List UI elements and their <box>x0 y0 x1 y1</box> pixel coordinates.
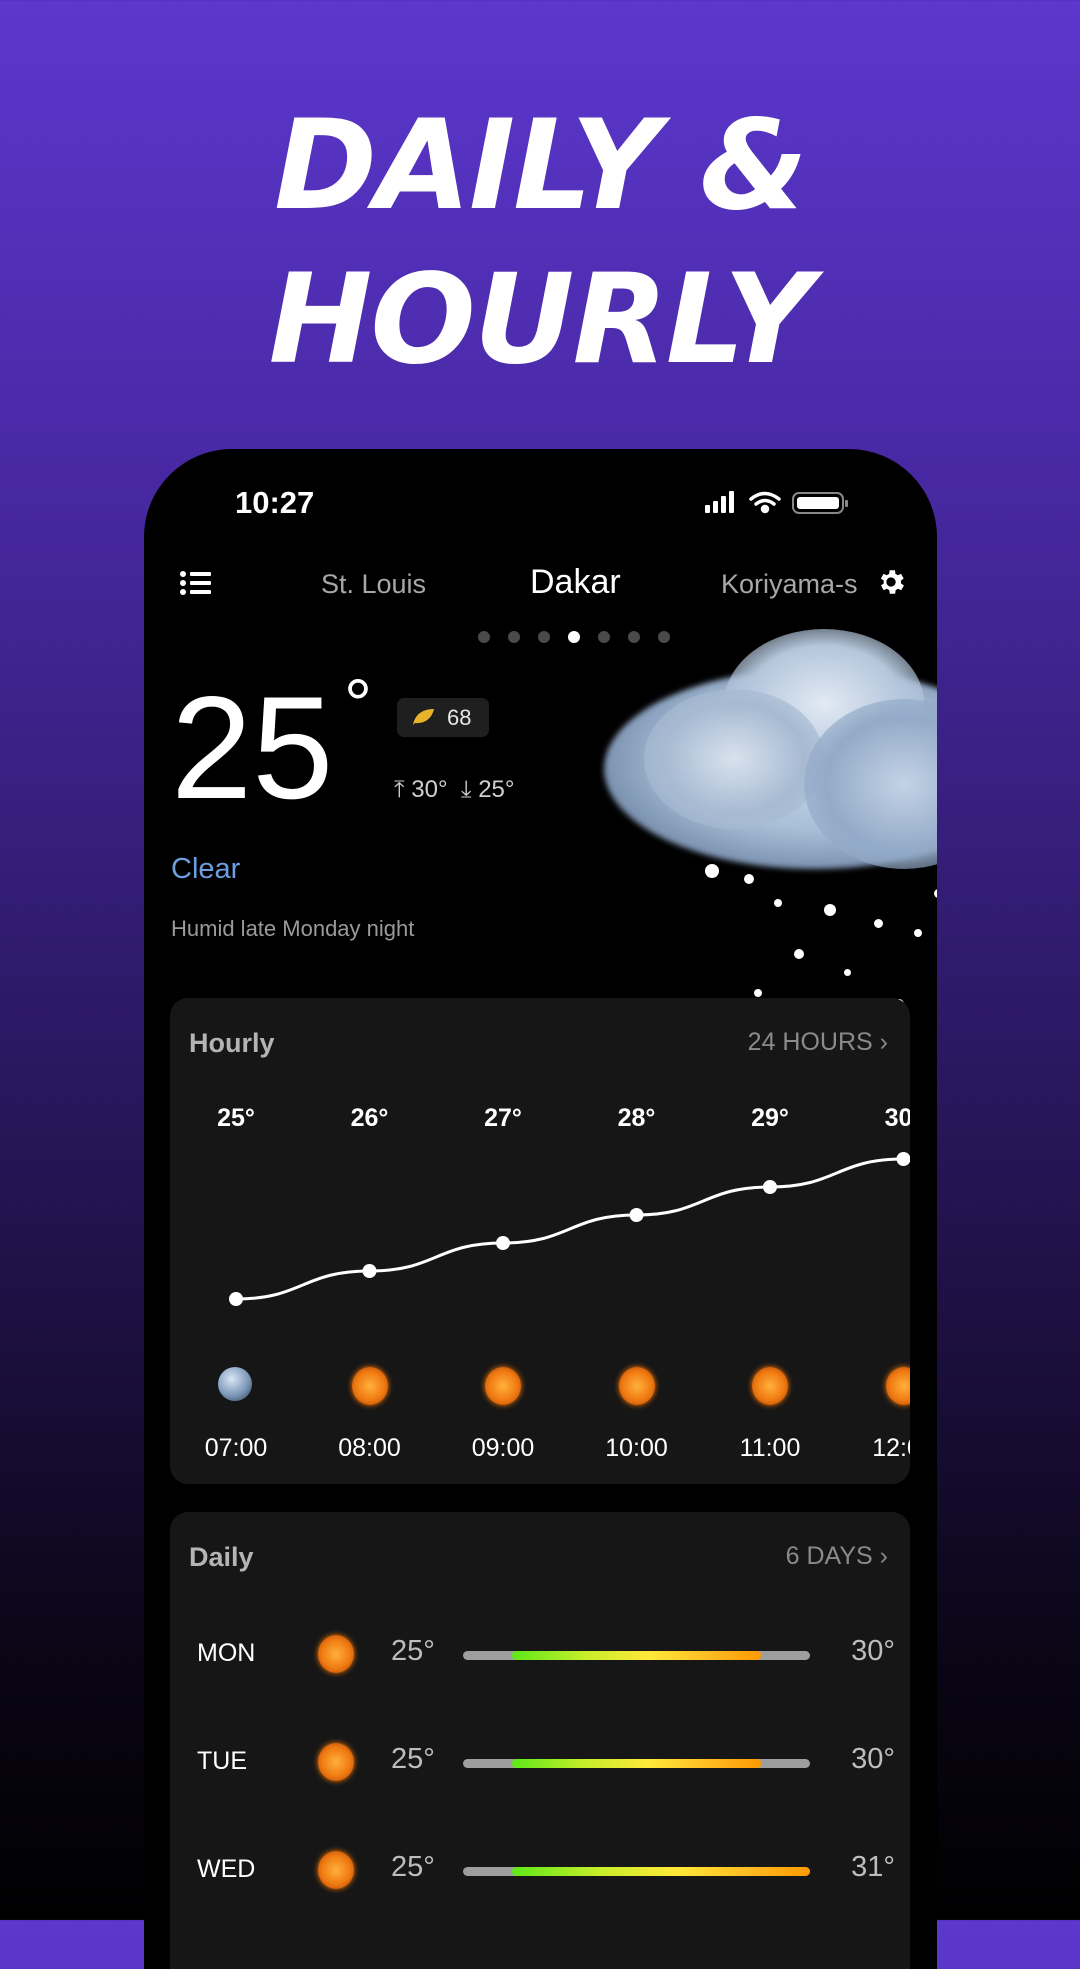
degree-symbol: ° <box>344 665 372 743</box>
hourly-temp: 29° <box>751 1104 789 1132</box>
low-temp: 25° <box>478 776 515 803</box>
low-temp: 25° <box>391 1851 435 1883</box>
hourly-temp: 27° <box>484 1104 522 1132</box>
temp-point <box>362 1264 377 1278</box>
hourly-temp-chart <box>229 1152 910 1306</box>
aqi-value: 68 <box>447 705 472 730</box>
page-dot[interactable] <box>508 631 520 643</box>
hourly-temp: 30° <box>884 1104 910 1132</box>
headline-line2: HOURLY <box>268 248 814 392</box>
high-temp: 31° <box>851 1851 895 1883</box>
headline-line1: DAILY & <box>274 94 808 238</box>
hourly-time: 09:00 <box>471 1434 535 1462</box>
temp-range-bar <box>463 1867 810 1876</box>
hourly-temp: 25° <box>217 1104 255 1132</box>
low-temp: 25° <box>391 1743 435 1775</box>
day-label: WED <box>197 1855 256 1883</box>
daily-link-label: 6 DAYS <box>785 1542 873 1570</box>
high-temp: 30° <box>851 1743 895 1775</box>
current-temp: 25 <box>171 666 334 829</box>
condition-text: Clear <box>171 853 241 885</box>
sun-icon <box>618 1367 655 1405</box>
sun-icon <box>485 1367 521 1405</box>
leaf-icon <box>413 709 434 725</box>
status-icons <box>705 491 848 514</box>
arrow-up-icon: ⤒ <box>394 776 405 803</box>
high-low: ⤒ 30° ⤓ 25° <box>394 776 515 804</box>
temp-point <box>229 1292 243 1306</box>
temp-point <box>896 1152 910 1166</box>
temp-line <box>235 1157 904 1301</box>
battery-icon <box>792 492 848 514</box>
temp-point <box>629 1208 644 1222</box>
hourly-card: Hourly 24 HOURS › 25° 07:00 26° 08:00 27° … <box>170 998 910 1484</box>
hourly-temp: 28° <box>617 1104 656 1132</box>
daily-more-link[interactable]: 6 DAYS › <box>786 1542 888 1571</box>
sun-icon <box>318 1635 354 1673</box>
daily-title: Daily <box>189 1542 254 1572</box>
low-temp: 25° <box>391 1635 435 1667</box>
temp-point <box>763 1180 777 1194</box>
hourly-temp: 26° <box>350 1104 389 1132</box>
chevron-right-icon: › <box>879 1542 888 1570</box>
snow-cloud-icon <box>584 619 937 1039</box>
phone-screen: 10:27 St. Louis Dakar Koriyama-s 25 ° 68… <box>144 449 937 1969</box>
daily-row[interactable]: WED 25° 31° <box>170 1845 910 1895</box>
gear-icon[interactable] <box>875 566 907 598</box>
day-label: MON <box>197 1639 256 1667</box>
sun-icon <box>318 1743 354 1781</box>
signal-icon <box>705 491 734 513</box>
weather-summary: Humid late Monday night <box>171 916 415 941</box>
hourly-time: 12:00 <box>872 1434 910 1462</box>
daily-row[interactable]: TUE 25° 30° <box>170 1737 910 1787</box>
temp-range-fill <box>511 1651 762 1660</box>
temp-range-bar <box>463 1651 810 1660</box>
sun-icon <box>752 1367 788 1405</box>
city-tab-dakar[interactable]: Dakar <box>530 563 621 602</box>
sun-icon <box>318 1851 354 1889</box>
status-time: 10:27 <box>235 485 315 520</box>
temp-range-bar <box>463 1759 810 1768</box>
menu-list-icon[interactable] <box>180 571 212 595</box>
hourly-time: 08:00 <box>338 1434 401 1462</box>
city-tab-st-louis[interactable]: St. Louis <box>321 569 426 600</box>
temp-range-fill <box>511 1759 762 1768</box>
wifi-icon <box>749 491 781 514</box>
page-dot[interactable] <box>478 631 490 643</box>
hourly-time: 07:00 <box>204 1434 268 1462</box>
sun-icon <box>351 1367 388 1405</box>
hourly-time: 11:00 <box>739 1434 801 1462</box>
daily-card: Daily 6 DAYS › MON 25° 30° TUE 25° 30° W… <box>170 1512 910 1969</box>
page-dot[interactable] <box>568 631 580 643</box>
high-temp: 30° <box>851 1635 895 1667</box>
hourly-time: 10:00 <box>605 1434 668 1462</box>
temp-range-fill <box>511 1867 810 1876</box>
daily-row[interactable]: MON 25° 30° <box>170 1629 910 1679</box>
high-temp: 30° <box>411 776 448 803</box>
temp-point <box>496 1236 510 1250</box>
aqi-badge[interactable]: 68 <box>397 698 489 737</box>
moon-icon <box>218 1367 252 1401</box>
day-label: TUE <box>197 1747 247 1775</box>
city-tab-koriyama[interactable]: Koriyama-s <box>721 569 857 600</box>
page-dot[interactable] <box>538 631 550 643</box>
arrow-down-icon: ⤓ <box>460 776 472 803</box>
